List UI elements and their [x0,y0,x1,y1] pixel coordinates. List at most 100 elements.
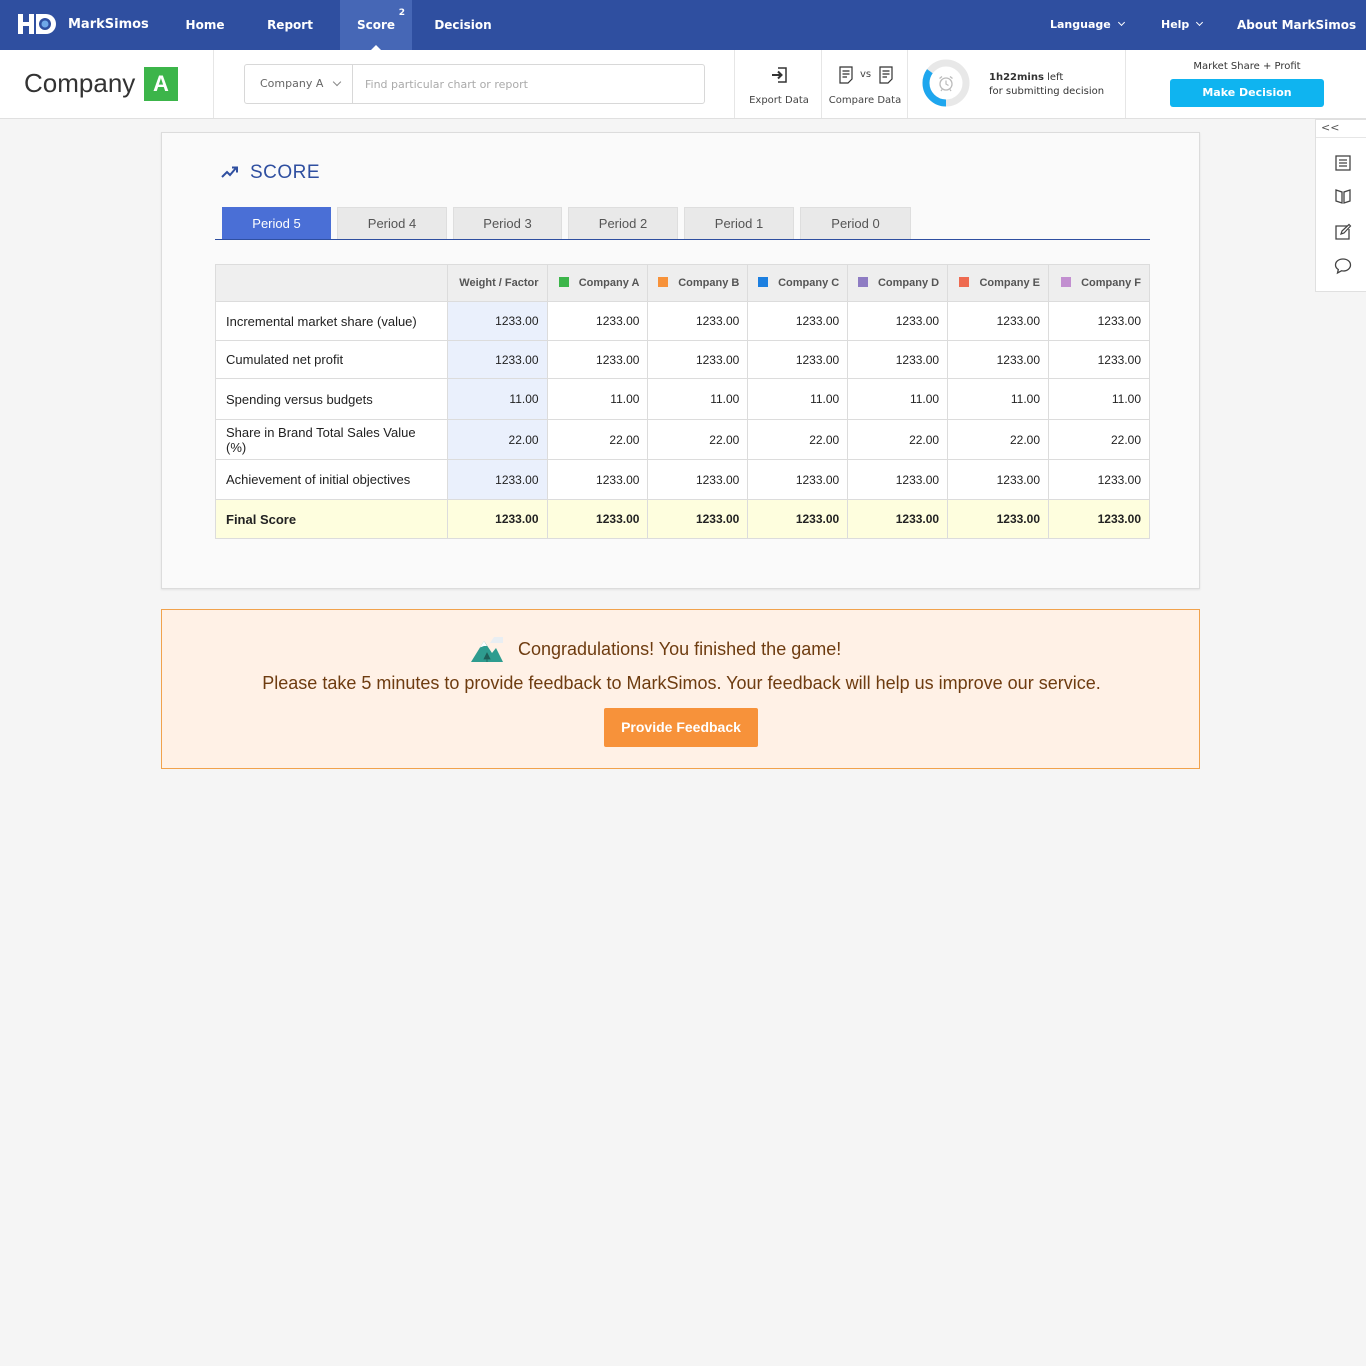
countdown-text: 1h22mins left for submitting decision [989,71,1104,99]
export-data-button[interactable]: Export Data [742,50,816,118]
tab-period-4[interactable]: Period 4 [337,207,447,239]
score-cell: 1233.00 [546,459,649,500]
tabs-underline [215,239,1150,240]
score-cell: 11.00 [1048,378,1150,420]
row-label: Spending versus budgets [215,378,448,420]
score-panel: SCORE Period 5 Period 4 Period 3 Period … [161,132,1200,589]
divider [907,50,908,118]
weight-cell: 1233.00 [446,459,548,500]
score-cell: 11.00 [847,378,949,420]
column-header-label: Company C [778,277,840,289]
nav-decision[interactable]: Decision [428,0,498,50]
side-toolbar: << [1315,119,1366,292]
tab-period-5[interactable]: Period 5 [222,207,331,239]
document-icon [839,66,853,84]
nav-score[interactable]: Score 2 [340,0,412,50]
search-input[interactable] [355,66,695,102]
legend-swatch [758,277,769,287]
congrats-title: Congradulations! You finished the game! [518,639,842,659]
nav-score-badge: 2 [398,8,406,18]
nav-home[interactable]: Home [176,0,234,50]
column-header: Company D [847,264,949,302]
table-row: Incremental market share (value) 1233.00 1… [215,301,1150,341]
column-header: Company B [647,264,749,302]
legend-swatch [959,277,970,287]
nav-report-label: Report [267,18,313,32]
chevron-down-icon [332,77,342,87]
collapse-sidebar-button[interactable]: << [1316,120,1366,138]
score-cell: 1233.00 [747,340,849,379]
compare-vs-label: vs [860,69,872,80]
tab-period-3[interactable]: Period 3 [453,207,562,239]
legend-swatch [857,277,868,287]
mountain-icon [471,637,503,662]
tab-period-2[interactable]: Period 2 [568,207,678,239]
language-menu[interactable]: Language [1050,0,1125,50]
table-row: Spending versus budgets 11.00 11.00 11.00 11… [215,378,1150,420]
compare-data-button[interactable]: vs Compare Data [826,50,904,118]
column-header: Weight / Factor [446,264,548,302]
score-cell: 1233.00 [1048,301,1150,341]
final-score-label: Final Score [215,499,448,539]
nav-report[interactable]: Report [258,0,322,50]
score-cell: 1233.00 [546,340,649,379]
score-cell: 1233.00 [747,301,849,341]
divider [213,50,214,118]
row-label: Incremental market share (value) [215,301,448,341]
edit-icon[interactable] [1334,223,1352,241]
score-cell: 11.00 [647,378,749,420]
countdown-ring [922,59,970,107]
score-table: Weight / Factor Company A Company B Comp… [215,264,1150,539]
column-header-label: Weight / Factor [459,277,539,289]
column-header-label: Company A [578,277,640,289]
column-header-label: Company E [979,277,1040,289]
provide-feedback-button[interactable]: Provide Feedback [604,708,758,747]
nav-decision-label: Decision [434,18,492,32]
legend-swatch [658,277,669,287]
make-decision-button[interactable]: Make Decision [1170,79,1324,107]
divider [821,50,822,118]
company-select-value: Company A [260,77,324,90]
score-cell: 22.00 [1048,419,1150,460]
book-icon[interactable] [1334,187,1352,205]
chat-icon[interactable] [1334,257,1352,275]
score-cell: 1233.00 [847,301,949,341]
company-title: Company [24,68,136,98]
app-logo[interactable] [18,12,58,36]
score-cell: 1233.00 [647,301,749,341]
final-score-cell: 1233.00 [947,499,1049,539]
divider [734,50,735,118]
about-link[interactable]: About MarkSimos [1237,0,1356,50]
score-cell: 11.00 [947,378,1049,420]
table-row: Share in Brand Total Sales Value (%) 22.0… [215,419,1150,460]
goal-label: Market Share + Profit [1193,61,1301,72]
row-label: Achievement of initial objectives [215,459,448,500]
company-badge: A [144,67,178,101]
app-name: MarkSimos [68,17,149,32]
table-header-empty [215,264,448,302]
nav-home-label: Home [185,18,225,32]
tab-period-0[interactable]: Period 0 [800,207,911,239]
divider [1125,50,1126,118]
score-cell: 1233.00 [847,459,949,500]
list-icon[interactable] [1334,154,1352,172]
final-score-cell: 1233.00 [747,499,849,539]
company-select[interactable]: Company A [245,65,353,103]
score-cell: 1233.00 [947,459,1049,500]
score-cell: 1233.00 [647,340,749,379]
column-header: Company A [546,264,649,302]
tab-period-1[interactable]: Period 1 [684,207,794,239]
help-menu[interactable]: Help [1161,0,1204,50]
score-cell: 22.00 [647,419,749,460]
document-icon [879,66,893,84]
score-cell: 22.00 [847,419,949,460]
row-label: Share in Brand Total Sales Value (%) [215,419,448,460]
weight-cell: 22.00 [446,419,548,460]
score-title: SCORE [250,162,321,183]
legend-swatch [1061,277,1072,287]
weight-cell: 11.00 [446,378,548,420]
final-score-cell: 1233.00 [647,499,749,539]
score-cell: 22.00 [947,419,1049,460]
final-score-cell: 1233.00 [1048,499,1150,539]
trending-up-icon [221,166,238,178]
